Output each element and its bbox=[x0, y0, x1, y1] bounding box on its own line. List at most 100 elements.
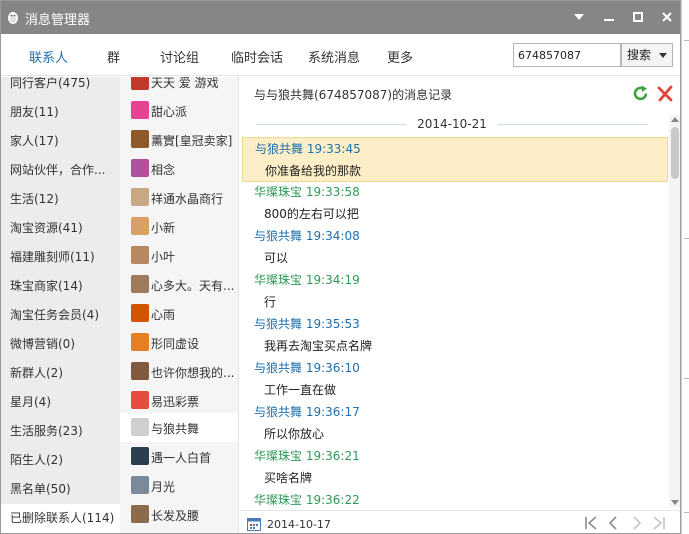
scroll-up-icon[interactable] bbox=[671, 117, 679, 122]
avatar bbox=[131, 505, 149, 523]
footer-date[interactable]: 2014-10-17 bbox=[267, 518, 331, 531]
avatar bbox=[131, 391, 149, 409]
delete-button[interactable] bbox=[656, 84, 675, 103]
contact-name: 也许你想我的... bbox=[151, 366, 235, 380]
contact-item[interactable]: 相念 bbox=[120, 154, 238, 183]
contact-item[interactable]: 月光 bbox=[120, 471, 238, 500]
message-meta: 与狼共舞 19:36:10 bbox=[254, 359, 360, 376]
contact-item[interactable]: 心多大。天有... bbox=[120, 270, 238, 299]
divider bbox=[684, 40, 689, 41]
contact-item[interactable]: 薰實[皇冠卖家] bbox=[120, 125, 238, 154]
message-time: 19:33:45 bbox=[306, 142, 361, 156]
divider bbox=[684, 238, 689, 239]
group-item[interactable]: 网站伙伴，合作... bbox=[1, 156, 120, 185]
last-page-button[interactable] bbox=[651, 515, 667, 531]
contact-item[interactable]: 甜心派 bbox=[120, 96, 238, 125]
message-item[interactable]: 华璨珠宝 19:36:21 买啥名牌 bbox=[242, 445, 668, 489]
message-text: 所以你放心 bbox=[264, 427, 325, 441]
search-button[interactable]: 搜索 bbox=[621, 43, 673, 67]
first-page-button[interactable] bbox=[583, 515, 599, 531]
group-item[interactable]: 新群人(2) bbox=[1, 359, 120, 388]
group-item[interactable]: 星月(4) bbox=[1, 388, 120, 417]
message-time: 19:36:21 bbox=[305, 449, 360, 463]
message-meta: 与狼共舞 19:35:53 bbox=[254, 315, 360, 332]
contact-name: 心雨 bbox=[151, 308, 176, 322]
contact-item[interactable]: 易迅彩票 bbox=[120, 386, 238, 415]
avatar bbox=[131, 476, 149, 494]
contact-item[interactable]: 遇一人白首 bbox=[120, 442, 238, 471]
group-item[interactable]: 生活(12) bbox=[1, 185, 120, 214]
tab-discussion[interactable]: 讨论组 bbox=[160, 47, 199, 66]
message-item[interactable]: 与狼共舞 19:34:08 可以 bbox=[242, 225, 668, 269]
group-item[interactable]: 生活服务(23) bbox=[1, 417, 120, 446]
contact-name: 心多大。天有... bbox=[151, 279, 235, 293]
message-item[interactable]: 与狼共舞 19:33:45 你准备给我的那款 bbox=[242, 137, 668, 182]
group-item[interactable]: 朋友(11) bbox=[1, 98, 120, 127]
group-item[interactable]: 淘宝资源(41) bbox=[1, 214, 120, 243]
search-button-label: 搜索 bbox=[627, 48, 652, 62]
message-item[interactable]: 与狼共舞 19:36:17 所以你放心 bbox=[242, 401, 668, 445]
message-item[interactable]: 与狼共舞 19:35:53 我再去淘宝买点名牌 bbox=[242, 313, 668, 357]
message-item[interactable]: 与狼共舞 19:36:10 工作一直在做 bbox=[242, 357, 668, 401]
group-item[interactable]: 珠宝商家(14) bbox=[1, 272, 120, 301]
tab-contacts[interactable]: 联系人 bbox=[29, 47, 68, 66]
group-item-deleted-contacts[interactable]: 已删除联系人(114) bbox=[1, 504, 120, 533]
group-item[interactable]: 陌生人(2) bbox=[1, 446, 120, 475]
last-page-icon bbox=[653, 516, 665, 530]
contact-name: 甜心派 bbox=[151, 105, 188, 119]
avatar bbox=[131, 275, 149, 293]
group-item[interactable]: 同行客户(475) bbox=[1, 77, 120, 98]
message-scrollbar[interactable] bbox=[669, 115, 680, 507]
tab-groups[interactable]: 群 bbox=[107, 47, 120, 66]
background-window-edge bbox=[681, 0, 689, 534]
message-meta: 与狼共舞 19:34:08 bbox=[254, 227, 360, 244]
menu-dropdown-button[interactable] bbox=[568, 6, 590, 28]
group-item[interactable]: 淘宝任务会员(4) bbox=[1, 301, 120, 330]
tab-system-messages[interactable]: 系统消息 bbox=[308, 47, 360, 66]
minimize-button[interactable] bbox=[598, 6, 620, 28]
divider bbox=[684, 378, 689, 379]
group-item[interactable]: 黑名单(50) bbox=[1, 475, 120, 504]
next-page-icon bbox=[633, 516, 642, 530]
group-item[interactable]: 福建雕刻师(11) bbox=[1, 243, 120, 272]
message-item[interactable]: 华璨珠宝 19:34:19 行 bbox=[242, 269, 668, 313]
contact-item[interactable]: 祥通水晶商行 bbox=[120, 183, 238, 212]
group-item[interactable]: 家人(17) bbox=[1, 127, 120, 156]
message-manager-window: 消息管理器 联系人 群 讨论组 临时会话 系统消息 更多 搜索 同行客户(475… bbox=[0, 0, 681, 534]
contact-item-selected[interactable]: 与狼共舞 bbox=[120, 413, 238, 442]
contact-item[interactable]: 天天 爱 游戏 bbox=[120, 77, 238, 96]
message-text: 可以 bbox=[264, 251, 289, 265]
scroll-down-icon[interactable] bbox=[671, 500, 679, 505]
search-input[interactable] bbox=[513, 43, 621, 67]
tab-more[interactable]: 更多 bbox=[387, 47, 413, 66]
close-button[interactable] bbox=[656, 6, 678, 28]
message-meta: 与狼共舞 19:36:17 bbox=[254, 403, 360, 420]
contact-item[interactable]: 形同虚设 bbox=[120, 328, 238, 357]
divider bbox=[684, 512, 689, 513]
contact-item[interactable]: 心雨 bbox=[120, 299, 238, 328]
calendar-icon[interactable] bbox=[247, 517, 261, 531]
previous-page-button[interactable] bbox=[605, 515, 621, 531]
avatar bbox=[131, 418, 149, 436]
message-meta: 华璨珠宝 19:33:58 bbox=[254, 183, 360, 200]
contact-item[interactable]: 小叶 bbox=[120, 241, 238, 270]
message-item[interactable]: 华璨珠宝 19:36:22 bbox=[242, 489, 668, 507]
message-text: 工作一直在做 bbox=[264, 383, 337, 397]
chat-history-title: 与与狼共舞(674857087)的消息记录 bbox=[254, 88, 453, 102]
maximize-button[interactable] bbox=[627, 6, 649, 28]
scroll-thumb[interactable] bbox=[671, 127, 679, 179]
refresh-button[interactable] bbox=[631, 84, 650, 103]
contact-name: 长发及腰 bbox=[151, 509, 200, 523]
contact-item[interactable]: 长发及腰 bbox=[120, 500, 238, 529]
contact-item[interactable]: 也许你想我的... bbox=[120, 357, 238, 386]
message-list: 与狼共舞 19:33:45 你准备给我的那款 华璨珠宝 19:33:58 800… bbox=[240, 135, 670, 507]
message-time: 19:36:17 bbox=[305, 405, 360, 419]
message-item[interactable]: 华璨珠宝 19:33:58 800的左右可以把 bbox=[242, 181, 668, 225]
chat-panel: 与与狼共舞(674857087)的消息记录 2014-10-21 与狼共舞 19… bbox=[240, 77, 680, 533]
avatar bbox=[131, 246, 149, 264]
contact-item[interactable]: 小新 bbox=[120, 212, 238, 241]
next-page-button[interactable] bbox=[629, 515, 645, 531]
contact-name: 祥通水晶商行 bbox=[151, 192, 224, 206]
group-item[interactable]: 微博营销(0) bbox=[1, 330, 120, 359]
tab-temp-session[interactable]: 临时会话 bbox=[231, 47, 283, 66]
